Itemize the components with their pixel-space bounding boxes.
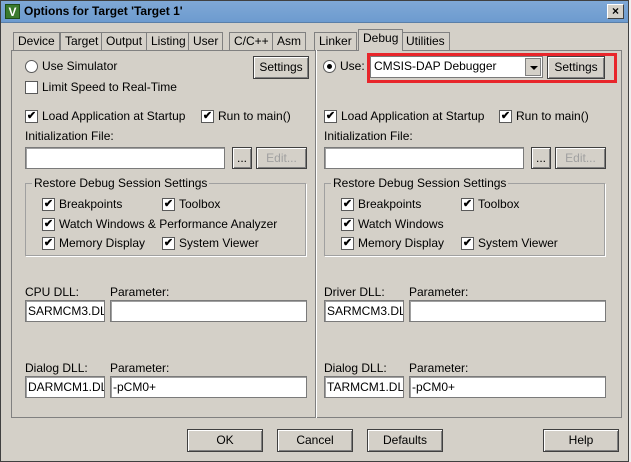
right-dialog-dll-input[interactable]: TARMCM1.DLL [324,376,404,398]
right-toolbox-label: Toolbox [478,197,520,211]
right-run-to-main-label: Run to main() [516,109,589,123]
left-watch-label: Watch Windows & Performance Analyzer [59,217,278,231]
cancel-button[interactable]: Cancel [277,429,353,452]
right-browse-button[interactable]: ... [531,147,551,169]
left-load-app-checkbox[interactable]: ✔ [25,110,38,123]
panel-divider [315,50,317,418]
right-run-to-main-checkbox[interactable]: ✔ [499,110,512,123]
left-memory-label: Memory Display [59,236,146,250]
left-toolbox-label: Toolbox [179,197,221,211]
driver-dll-label: Driver DLL: [324,285,385,299]
radio-selected-dot [327,64,332,69]
left-dialog-param-label: Parameter: [110,361,170,375]
left-system-viewer-label: System Viewer [179,236,259,250]
tab-debug[interactable]: Debug [358,29,404,51]
tab-device[interactable]: Device [13,32,60,51]
tab-utilities[interactable]: Utilities [401,32,450,51]
right-init-file-label: Initialization File: [324,129,413,143]
left-breakpoints-label: Breakpoints [59,197,123,211]
right-breakpoints-checkbox[interactable]: ✔ [341,198,354,211]
left-system-viewer-checkbox[interactable]: ✔ [162,237,175,250]
right-dialog-param-input[interactable]: -pCM0+ [409,376,606,398]
use-debugger-radio[interactable] [323,60,336,73]
right-watch-checkbox[interactable]: ✔ [341,218,354,231]
right-load-app-checkbox[interactable]: ✔ [324,110,337,123]
highlight-box [367,53,617,83]
driver-param-input[interactable] [409,300,606,322]
left-watch-checkbox[interactable]: ✔ [42,218,55,231]
right-breakpoints-label: Breakpoints [358,197,422,211]
ok-button[interactable]: OK [187,429,263,452]
tab-c-cpp[interactable]: C/C++ [229,32,274,51]
use-simulator-radio[interactable] [25,60,38,73]
close-button[interactable]: × [607,4,624,19]
options-dialog: V Options for Target 'Target 1' × Device… [0,0,629,462]
right-toolbox-checkbox[interactable]: ✔ [461,198,474,211]
right-edit-button[interactable]: Edit... [555,147,606,169]
cpu-dll-input[interactable]: SARMCM3.DLL [25,300,105,322]
driver-param-label: Parameter: [409,285,469,299]
right-system-viewer-label: System Viewer [478,236,558,250]
tab-output[interactable]: Output [101,32,148,51]
left-browse-button[interactable]: ... [232,147,252,169]
right-memory-checkbox[interactable]: ✔ [341,237,354,250]
cpu-param-input[interactable] [110,300,307,322]
tab-target[interactable]: Target [60,32,104,51]
right-system-viewer-checkbox[interactable]: ✔ [461,237,474,250]
tab-listing[interactable]: Listing [146,32,191,51]
driver-dll-input[interactable]: SARMCM3.DLL [324,300,404,322]
tab-linker[interactable]: Linker [314,32,357,51]
window-title: Options for Target 'Target 1' [24,4,183,18]
left-restore-title: Restore Debug Session Settings [32,176,210,190]
right-restore-title: Restore Debug Session Settings [331,176,509,190]
left-init-file-label: Initialization File: [25,129,114,143]
limit-speed-checkbox[interactable] [25,81,38,94]
left-toolbox-checkbox[interactable]: ✔ [162,198,175,211]
left-dialog-param-input[interactable]: -pCM0+ [110,376,307,398]
left-dialog-dll-input[interactable]: DARMCM1.DLL [25,376,105,398]
left-run-to-main-checkbox[interactable]: ✔ [201,110,214,123]
right-dialog-param-label: Parameter: [409,361,469,375]
tab-user[interactable]: User [188,32,224,51]
left-dialog-dll-label: Dialog DLL: [25,361,88,375]
cpu-dll-label: CPU DLL: [25,285,80,299]
cpu-param-label: Parameter: [110,285,170,299]
left-init-file-input[interactable] [25,147,225,169]
use-debugger-label: Use: [340,59,365,73]
help-button[interactable]: Help [543,429,619,452]
title-bar[interactable]: V Options for Target 'Target 1' × [1,1,628,23]
keil-app-icon: V [5,4,20,19]
limit-speed-label: Limit Speed to Real-Time [42,80,177,94]
tab-asm[interactable]: Asm [272,32,306,51]
right-watch-label: Watch Windows [358,217,444,231]
right-load-app-label: Load Application at Startup [341,109,485,123]
left-breakpoints-checkbox[interactable]: ✔ [42,198,55,211]
use-simulator-label: Use Simulator [42,59,118,73]
simulator-settings-button[interactable]: Settings [253,56,309,79]
left-load-app-label: Load Application at Startup [42,109,186,123]
left-run-to-main-label: Run to main() [218,109,291,123]
left-memory-checkbox[interactable]: ✔ [42,237,55,250]
right-init-file-input[interactable] [324,147,524,169]
defaults-button[interactable]: Defaults [367,429,443,452]
right-memory-label: Memory Display [358,236,445,250]
left-edit-button[interactable]: Edit... [256,147,307,169]
right-dialog-dll-label: Dialog DLL: [324,361,387,375]
